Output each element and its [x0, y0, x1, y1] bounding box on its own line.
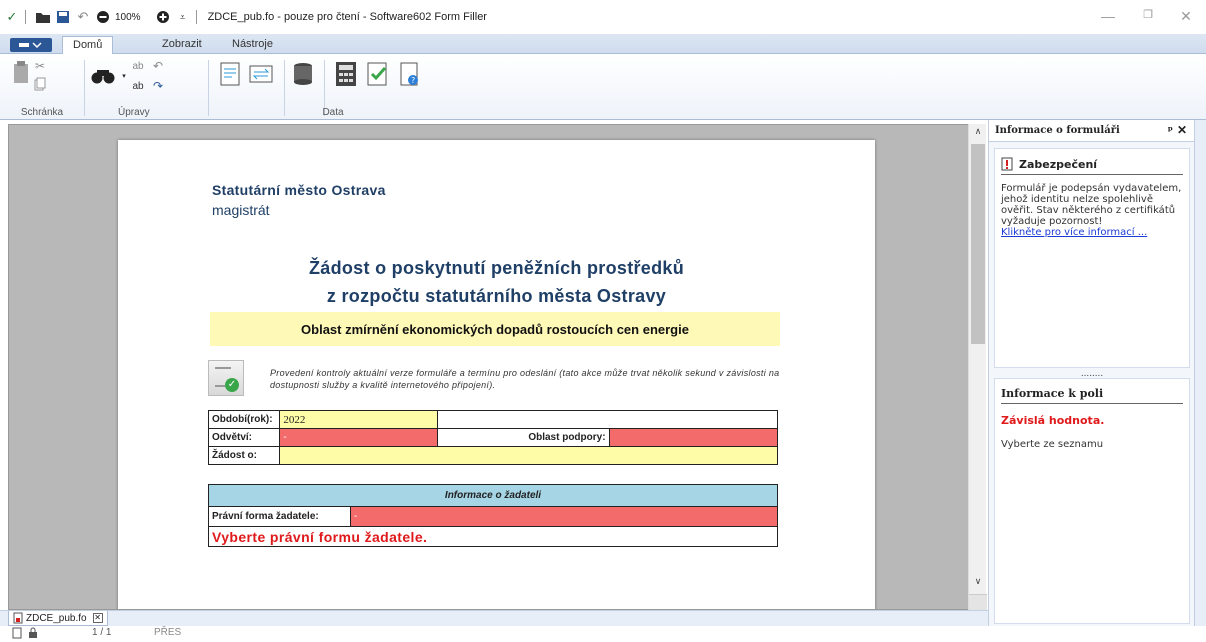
document-tab[interactable]: ZDCE_pub.fo ✕ — [8, 611, 108, 626]
field-info-title: Informace k poli — [1001, 387, 1183, 404]
scroll-thumb[interactable] — [971, 144, 985, 344]
document-viewport[interactable]: Statutární město Ostrava magistrát Žádos… — [8, 124, 986, 610]
status-bar: 1 / 1 PŘES — [0, 626, 1206, 641]
sector-label: Odvětví: — [207, 428, 281, 447]
restore-button[interactable]: ❐ — [1138, 8, 1158, 21]
security-message: Formulář je podepsán vydavatelem, jehož … — [1001, 183, 1182, 227]
form-file-icon — [13, 612, 23, 624]
separator — [25, 10, 26, 24]
editing-group: ▾ ab ab ↶ ↷ Úpravy — [84, 54, 190, 120]
scroll-down-icon[interactable]: ∨ — [969, 576, 987, 592]
clipboard-group: ✂ Schránka — [0, 54, 84, 120]
scroll-up-icon[interactable]: ∧ — [969, 126, 987, 142]
security-title-text: Zabezpečení — [1019, 157, 1098, 171]
panel-header: Informace o formuláři ᵖ ✕ — [989, 120, 1195, 142]
page-counter: 1 / 1 — [92, 627, 112, 638]
panel-close-icon[interactable]: ✕ — [1177, 123, 1187, 137]
data-group: ? Data — [208, 54, 458, 120]
ribbon-tab-bar: Domů Zobrazit Nástroje — [0, 34, 1206, 55]
sector-select[interactable]: - — [279, 428, 439, 447]
document-warning-icon — [1001, 157, 1013, 171]
legal-form-label: Právní forma žadatele: — [208, 506, 351, 527]
scroll-corner — [969, 594, 987, 610]
organization-unit: magistrát — [212, 202, 270, 218]
form-title-line-2: z rozpočtu statutárního města Ostravy — [326, 286, 667, 306]
version-check-button[interactable]: ✓ — [208, 360, 244, 396]
zoom-in-icon[interactable] — [155, 9, 171, 25]
period-label: Období(rok): — [207, 410, 281, 429]
group-label-editing: Úpravy — [118, 107, 150, 118]
support-area-label: Oblast podpory: — [437, 428, 610, 447]
support-area-select[interactable] — [608, 428, 779, 447]
save-icon[interactable] — [55, 9, 71, 25]
form-page: Statutární město Ostrava magistrát Žádos… — [118, 140, 875, 609]
period-empty-cell — [437, 410, 778, 429]
security-box: Zabezpečení Formulář je podepsán vydavat… — [994, 148, 1190, 368]
legal-form-error: Vyberte právní formu žadatele. — [208, 526, 778, 547]
form-title-line-1: Žádost o poskytnutí peněžních prostředků — [308, 258, 685, 278]
security-section-title: Zabezpečení — [1001, 157, 1183, 175]
lock-icon — [28, 627, 38, 642]
form-info-icon[interactable]: ? — [396, 60, 424, 88]
group-label-clipboard: Schránka — [20, 107, 64, 118]
undo-icon[interactable]: ↶ — [75, 9, 91, 25]
field-hint: Vyberte ze seznamu — [1001, 439, 1104, 450]
svg-text:?: ? — [411, 76, 415, 85]
zoom-level: 100% — [115, 11, 141, 23]
input-mode: PŘES — [154, 627, 182, 638]
customize-toolbar-icon[interactable]: ⩡ — [175, 9, 191, 25]
forward-arrow-icon[interactable]: ↷ — [150, 78, 166, 94]
find-next-icon[interactable]: ab — [130, 78, 146, 94]
applicant-table: Informace o žadateli Právní forma žadate… — [208, 484, 778, 547]
window-title: ZDCE_pub.fo - pouze pro čtení - Software… — [207, 11, 487, 23]
form-subtitle: Oblast zmírnění ekonomických dopadů rost… — [210, 312, 780, 346]
zoom-out-icon[interactable] — [95, 9, 111, 25]
import-data-icon[interactable] — [216, 60, 244, 88]
request-field[interactable] — [279, 446, 778, 465]
pen-check-icon[interactable]: ✓ — [4, 9, 20, 25]
organization-name: Statutární město Ostrava — [212, 182, 386, 198]
tab-view[interactable]: Zobrazit — [152, 36, 212, 54]
open-folder-icon[interactable] — [35, 9, 51, 25]
basic-info-table: Období(rok): 2022 Odvětví: - Oblast podp… — [207, 410, 779, 465]
minimize-button[interactable]: — — [1098, 8, 1118, 24]
database-icon[interactable] — [290, 60, 318, 88]
form-info-panel: Informace o formuláři ᵖ ✕ Zabezpečení Fo… — [988, 120, 1195, 626]
calculator-icon[interactable] — [332, 60, 360, 88]
field-info-box: Informace k poli Závislá hodnota. Vybert… — [994, 378, 1190, 624]
panel-title: Informace o formuláři — [995, 125, 1120, 136]
replace-icon[interactable]: ab — [130, 58, 146, 74]
pin-icon[interactable]: ᵖ — [1168, 124, 1173, 137]
version-check-description: Provedení kontroly aktuální verze formul… — [270, 368, 780, 390]
separator — [195, 10, 197, 24]
legal-form-select[interactable]: - — [350, 506, 778, 527]
back-arrow-icon[interactable]: ↶ — [150, 58, 166, 74]
exchange-data-icon[interactable] — [248, 60, 276, 88]
check-icon: ✓ — [225, 378, 239, 392]
group-label-data: Data — [322, 107, 344, 118]
security-details-link[interactable]: Klikněte pro více informací ... — [1001, 227, 1183, 238]
document-tab-bar: ZDCE_pub.fo ✕ — [0, 610, 988, 626]
field-status: Závislá hodnota. — [1001, 414, 1105, 427]
ribbon: ✂ Schránka ▾ ab ab ↶ ↷ Úpravy ? Data — [0, 54, 1206, 120]
document-tab-label: ZDCE_pub.fo — [26, 612, 87, 624]
period-field[interactable]: 2022 — [279, 410, 439, 429]
tab-home[interactable]: Domů — [62, 36, 114, 55]
close-tab-icon[interactable]: ✕ — [92, 613, 103, 623]
file-menu-button[interactable] — [10, 38, 52, 52]
cut-icon[interactable]: ✂ — [32, 58, 48, 74]
validate-checklist-icon[interactable] — [364, 60, 392, 88]
vertical-scrollbar[interactable]: ∧ ∨ — [968, 124, 987, 610]
tab-tools[interactable]: Nástroje — [222, 36, 283, 54]
applicant-section-header: Informace o žadateli — [208, 484, 778, 507]
request-label: Žádost o: — [207, 446, 281, 465]
side-panel-strip[interactable] — [1194, 120, 1206, 626]
close-button[interactable]: ✕ — [1176, 8, 1196, 25]
copy-icon[interactable] — [32, 76, 48, 92]
page-status-icon — [12, 627, 22, 642]
find-binoculars-icon[interactable] — [90, 62, 118, 90]
title-bar: ✓ ↶ 100% ⩡ ZDCE_pub.fo - pouze pro čtení… — [0, 0, 1206, 34]
